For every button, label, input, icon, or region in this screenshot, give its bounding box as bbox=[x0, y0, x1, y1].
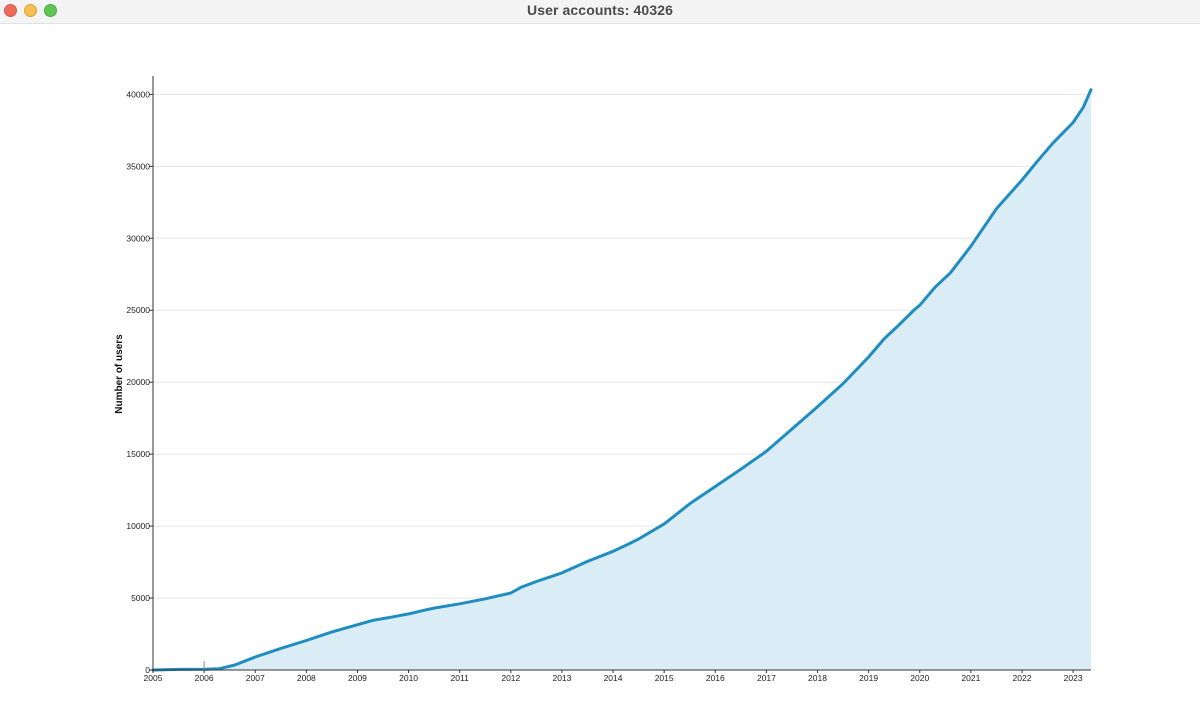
chart-area: 0 5000 10000 15000 20000 25000 30000 35000 40000… bbox=[0, 24, 1200, 708]
app-window: User accounts: 40326 0 5000 10000 15000 2000… bbox=[0, 0, 1200, 708]
window-title: User accounts: 40326 bbox=[527, 2, 673, 18]
x-tick-label-2006: 2006 bbox=[195, 673, 214, 683]
y-tick-label-10000: 10000 bbox=[126, 521, 150, 531]
y-tick-label-35000: 35000 bbox=[126, 161, 150, 171]
title-bar: User accounts: 40326 bbox=[0, 0, 1200, 24]
x-tick-label-2007: 2007 bbox=[246, 673, 265, 683]
x-tick-label-2021: 2021 bbox=[961, 673, 980, 683]
x-tick-label-2023: 2023 bbox=[1064, 673, 1083, 683]
x-tick-label-2017: 2017 bbox=[757, 673, 776, 683]
area-layer bbox=[151, 88, 1093, 672]
user-accounts-chart: 0500010000150002000025000300003500040000… bbox=[114, 76, 1093, 683]
x-tick-label-2020: 2020 bbox=[910, 673, 929, 683]
x-tick-label-2010: 2010 bbox=[399, 673, 418, 683]
y-tick-label-40000: 40000 bbox=[126, 89, 150, 99]
x-tick-label-2013: 2013 bbox=[552, 673, 571, 683]
x-tick-label-2022: 2022 bbox=[1013, 673, 1032, 683]
y-tick-label-20000: 20000 bbox=[126, 377, 150, 387]
x-tick-label-2016: 2016 bbox=[706, 673, 725, 683]
x-tick-label-2008: 2008 bbox=[297, 673, 316, 683]
x-tick-label-2012: 2012 bbox=[501, 673, 520, 683]
user-count-area bbox=[153, 89, 1091, 670]
x-tick-label-2019: 2019 bbox=[859, 673, 878, 683]
y-tick-label-25000: 25000 bbox=[126, 305, 150, 315]
x-tick-label-2011: 2011 bbox=[451, 673, 470, 683]
x-tick-label-2005: 2005 bbox=[144, 673, 163, 683]
x-tick-label-2018: 2018 bbox=[808, 673, 827, 683]
x-tick-label-2009: 2009 bbox=[348, 673, 367, 683]
y-tick-label-15000: 15000 bbox=[126, 449, 150, 459]
x-tick-label-2014: 2014 bbox=[604, 673, 623, 683]
y-tick-label-5000: 5000 bbox=[131, 593, 150, 603]
y-tick-label-30000: 30000 bbox=[126, 233, 150, 243]
y-axis-title: Number of users bbox=[114, 334, 125, 414]
x-tick-label-2015: 2015 bbox=[655, 673, 674, 683]
